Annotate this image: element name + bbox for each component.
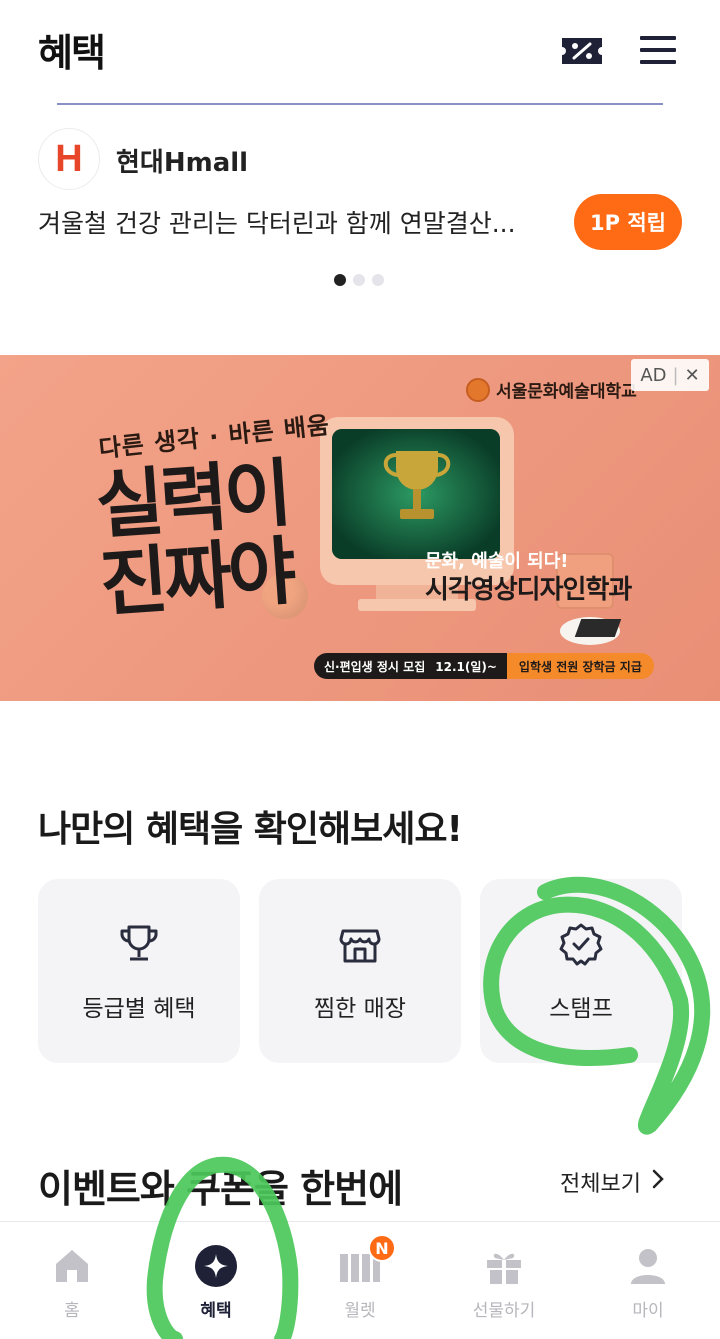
nav-item-gift[interactable]: 선물하기 — [432, 1222, 576, 1339]
benefit-card-label: 스탬프 — [549, 996, 613, 1022]
header-divider — [57, 103, 663, 105]
stamp-badge-icon — [558, 921, 604, 967]
my-benefits-title: 나만의 혜택을 확인해보세요! — [38, 809, 463, 850]
new-badge: N — [368, 1234, 396, 1262]
gift-icon — [482, 1244, 526, 1288]
point-earn-button[interactable]: 1P 적립 — [574, 194, 682, 250]
coupon-percent-icon[interactable] — [560, 36, 604, 66]
ad-subline2: 시각영상디자인학과 — [425, 575, 632, 605]
trophy-icon — [116, 921, 162, 967]
benefit-card-label: 등급별 혜택 — [82, 996, 196, 1022]
ad-badge-separator: | — [672, 364, 679, 386]
nav-item-wallet[interactable]: N 월렛 — [288, 1222, 432, 1339]
ad-bar-admission: 신·편입생 정시 모집 — [324, 659, 426, 674]
ad-info-bar: 신·편입생 정시 모집 12.1(일)~ 입학생 전원 장학금 지급 — [314, 653, 654, 679]
benefit-card-store[interactable]: 찜한 매장 — [259, 879, 461, 1063]
hamburger-menu-icon[interactable] — [638, 32, 678, 68]
store-icon — [337, 921, 383, 967]
nav-item-home[interactable]: 홈 — [0, 1222, 144, 1339]
partner-logo-letter: H — [55, 137, 83, 180]
ad-bar-scholarship: 입학생 전원 장학금 지급 — [506, 653, 654, 679]
ad-bar-date: 12.1(일)~ — [435, 659, 497, 674]
events-title: 이벤트와 쿠폰을 한번에 — [38, 1167, 403, 1211]
sparkle-icon — [194, 1244, 238, 1288]
partner-description: 겨울철 건강 관리는 닥터린과 함께 연말결산... — [38, 209, 516, 238]
school-emblem-icon — [466, 377, 490, 402]
ad-label: AD — [640, 364, 667, 386]
close-icon[interactable]: ✕ — [685, 365, 700, 386]
bottom-nav: 홈 혜택 N 월렛 선물하기 마이 — [0, 1221, 720, 1339]
nav-label: 마이 — [632, 1301, 664, 1321]
chevron-right-icon — [651, 1168, 665, 1196]
partner-logo: H — [38, 128, 100, 190]
nav-label: 홈 — [64, 1301, 80, 1321]
benefit-card-stamp[interactable]: 스탬프 — [480, 879, 682, 1063]
see-all-label: 전체보기 — [560, 1172, 641, 1197]
partner-name: 현대Hmall — [116, 148, 249, 178]
nav-label: 혜택 — [200, 1301, 232, 1321]
partner-promo-card[interactable]: H 현대Hmall 겨울철 건강 관리는 닥터린과 함께 연말결산... 1P … — [0, 108, 720, 308]
benefit-card-label: 찜한 매장 — [314, 996, 406, 1022]
pager-dot[interactable] — [372, 274, 384, 286]
carousel-pager — [334, 274, 384, 286]
nav-item-benefits[interactable]: 혜택 — [144, 1222, 288, 1339]
person-icon — [626, 1244, 670, 1288]
home-icon — [50, 1244, 94, 1288]
ad-school-name: 서울문화예술대학교 — [496, 382, 637, 402]
ad-school: 서울문화예술대학교 — [466, 377, 637, 402]
header: 혜택 — [0, 0, 720, 105]
benefit-card-grade[interactable]: 등급별 혜택 — [38, 879, 240, 1063]
ad-headline-line2: 진짜야 — [97, 528, 296, 628]
see-all-link[interactable]: 전체보기 — [560, 1166, 665, 1198]
page-title: 혜택 — [38, 31, 106, 75]
pager-dot[interactable] — [353, 274, 365, 286]
nav-label: 월렛 — [344, 1301, 376, 1321]
ad-banner[interactable]: 서울문화예술대학교 다른 생각 · 바른 배움 실력이 진짜야 문화, 예술이 … — [0, 355, 720, 701]
pager-dot[interactable] — [334, 274, 346, 286]
nav-label: 선물하기 — [472, 1301, 536, 1321]
graduation-cap-icon — [574, 619, 622, 637]
nav-item-my[interactable]: 마이 — [576, 1222, 720, 1339]
ad-badge[interactable]: AD | ✕ — [631, 359, 709, 391]
